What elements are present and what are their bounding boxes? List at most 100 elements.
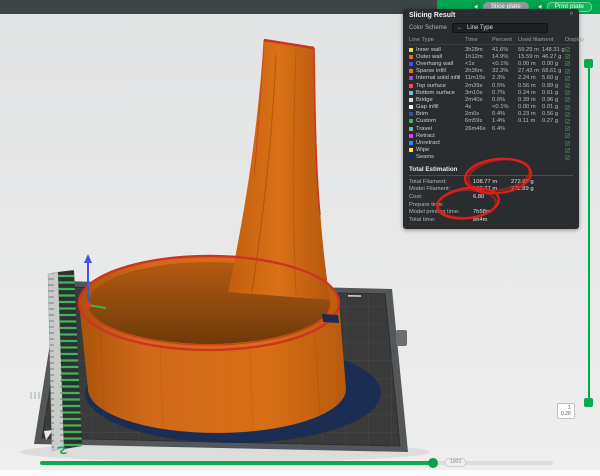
filament-weight-cell: 0.56 g — [542, 111, 565, 117]
table-row: Custom 6m59s 1.4% 0.11 m 0.27 g ✓ — [409, 118, 573, 125]
line-type-label: Internal solid infill — [416, 75, 460, 81]
total-row: Prepare time: — [409, 201, 573, 209]
move-slider-track[interactable]: 1003 — [40, 461, 553, 465]
table-row: Brim 2m0s 0.4% 0.23 m 0.56 g ✓ — [409, 111, 573, 118]
filament-length-cell: 0.24 m — [518, 90, 542, 96]
col-line-type: Line Type — [409, 37, 465, 43]
line-type-label: Bridge — [416, 97, 433, 103]
line-type-color-swatch — [409, 84, 413, 88]
display-checkbox[interactable]: ✓ — [565, 126, 570, 131]
filament-weight-cell: 0.00 g — [542, 61, 565, 67]
color-scheme-select[interactable]: ← Line Type — [452, 23, 548, 33]
table-row: Overhang wall <1s <0.1% 0.00 m 0.00 g ✓ — [409, 60, 573, 67]
display-checkbox[interactable]: ✓ — [565, 112, 570, 117]
time-cell: 1h12m — [465, 54, 492, 60]
percent-cell: <0.1% — [492, 104, 518, 110]
move-slider-handle[interactable] — [428, 458, 438, 468]
display-checkbox[interactable]: ✓ — [565, 90, 570, 95]
display-checkbox[interactable]: ✓ — [565, 133, 570, 138]
time-cell: 26m46s — [465, 126, 492, 132]
total-row-label: Model Filament: — [409, 186, 473, 192]
total-row-label: Prepare time: — [409, 202, 473, 208]
percent-cell: 0.6% — [492, 97, 518, 103]
line-type-label: Sparse infill — [416, 68, 446, 74]
move-slider-fill — [40, 461, 433, 465]
small-navy-object — [322, 314, 339, 323]
display-checkbox[interactable]: ✓ — [565, 76, 570, 81]
filament-weight-cell: 148.31 g — [542, 47, 565, 53]
line-type-label: Bottom surface — [416, 90, 455, 96]
total-row-value2: 272.89 g — [511, 179, 551, 185]
percent-cell: 14.9% — [492, 54, 518, 60]
line-type-label: Brim — [416, 111, 428, 117]
display-checkbox[interactable]: ✓ — [565, 61, 570, 66]
total-row-value1: 108.77 m — [473, 186, 511, 192]
display-checkbox[interactable]: ✓ — [565, 83, 570, 88]
display-checkbox[interactable]: ✓ — [565, 141, 570, 146]
axis-origin — [85, 302, 91, 308]
line-type-color-swatch — [409, 62, 413, 66]
total-rows: Total Filament: 108.77 m 272.89 g Model … — [409, 178, 573, 224]
total-estimation-section: Total Estimation Total Filament: 108.77 … — [403, 164, 579, 224]
line-type-rows: Inner wall 3h28m 41.6% 59.29 m 148.31 g … — [409, 46, 573, 161]
total-row-value1: 8h4m — [473, 217, 511, 223]
percent-cell: 1.4% — [492, 118, 518, 124]
panel-header: Slicing Result ^ — [403, 9, 579, 21]
display-checkbox[interactable]: ✓ — [565, 105, 570, 110]
color-scheme-row: Color Scheme ← Line Type — [403, 21, 579, 36]
total-row: Cost: 6.80 — [409, 193, 573, 201]
display-checkbox[interactable]: ✓ — [565, 69, 570, 74]
line-type-label: Unretract — [416, 140, 440, 146]
layer-slider-bottom-handle[interactable] — [584, 398, 593, 407]
table-row: Inner wall 3h28m 41.6% 59.29 m 148.31 g … — [409, 46, 573, 53]
col-display: Display — [565, 37, 573, 43]
filament-length-cell: 0.00 m — [518, 61, 542, 67]
total-row-value1: 7h58m — [473, 209, 511, 215]
display-checkbox[interactable]: ✓ — [565, 119, 570, 124]
plate-handle-tab — [396, 330, 407, 346]
col-percent: Percent — [492, 37, 518, 43]
time-cell: 3h28m — [465, 47, 492, 53]
line-type-label: Top surface — [416, 83, 446, 89]
total-row-value1: 6.80 — [473, 194, 511, 200]
table-row: Outer wall 1h12m 14.9% 15.59 m 46.27 g ✓ — [409, 53, 573, 60]
table-row: Seams ✓ — [409, 154, 573, 161]
layer-slider-track[interactable] — [588, 64, 590, 402]
line-type-color-swatch — [409, 127, 413, 131]
filament-length-cell: 2.24 m — [518, 75, 542, 81]
display-checkbox[interactable]: ✓ — [565, 155, 570, 160]
table-row: Gap infill 4s <0.1% 0.00 m 0.01 g ✓ — [409, 104, 573, 111]
time-cell: 2m0s — [465, 111, 492, 117]
line-type-color-swatch — [409, 55, 413, 59]
percent-cell: <0.1% — [492, 61, 518, 67]
percent-cell: 41.6% — [492, 47, 518, 53]
col-time: Time — [465, 37, 492, 43]
percent-cell: 6.4% — [492, 126, 518, 132]
line-type-label: Gap infill — [416, 104, 439, 110]
line-type-table: Line Type Time Percent Used filament Dis… — [403, 36, 579, 161]
percent-cell: 0.7% — [492, 90, 518, 96]
filament-weight-cell: 0.27 g — [542, 118, 565, 124]
total-estimation-title: Total Estimation — [409, 164, 573, 176]
line-type-color-swatch — [409, 91, 413, 95]
filament-length-cell: 0.11 m — [518, 118, 542, 124]
table-row: Unretract ✓ — [409, 139, 573, 146]
display-checkbox[interactable]: ✓ — [565, 97, 570, 102]
display-checkbox[interactable]: ✓ — [565, 54, 570, 59]
total-row: Total Filament: 108.77 m 272.89 g — [409, 178, 573, 186]
line-type-color-swatch — [409, 76, 413, 80]
left-arrow-icon: ← — [457, 25, 463, 31]
filament-weight-cell: 5.60 g — [542, 75, 565, 81]
color-scheme-label: Color Scheme — [409, 25, 447, 31]
filament-weight-cell: 0.96 g — [542, 97, 565, 103]
layer-slider-top-handle[interactable] — [584, 59, 593, 68]
slicing-result-panel: Slicing Result ^ Color Scheme ← Line Typ… — [403, 9, 579, 229]
slicer-app: ◀ Slice plate ◀ Print plate Slicing Resu… — [0, 0, 600, 476]
table-row: Sparse infill 2h36m 32.3% 27.43 m 68.61 … — [409, 68, 573, 75]
collapse-icon[interactable]: ^ — [570, 12, 573, 19]
layer-slider-bottom-tooltip: 1 0.28 — [557, 403, 575, 419]
display-checkbox[interactable]: ✓ — [565, 148, 570, 153]
time-cell: <1s — [465, 61, 492, 67]
display-checkbox[interactable]: ✓ — [565, 47, 570, 52]
filament-length-cell: 0.00 m — [518, 104, 542, 110]
